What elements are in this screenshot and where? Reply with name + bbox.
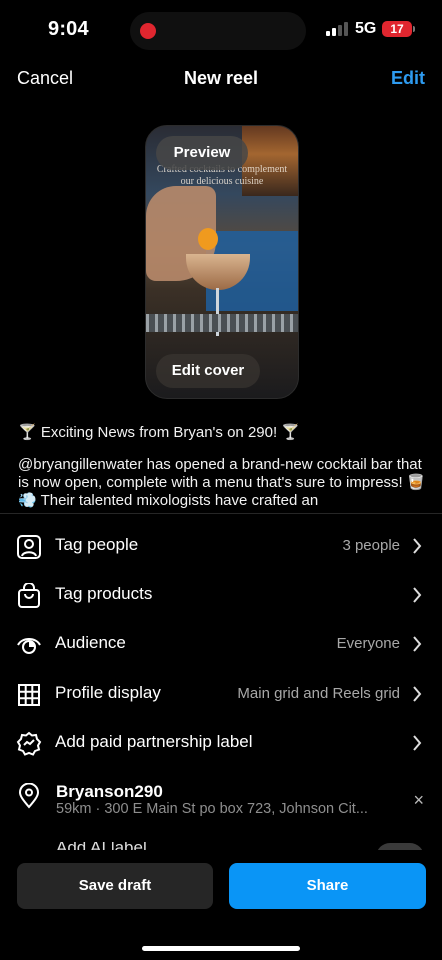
battery-cap [413, 26, 415, 32]
tag-people-label: Tag people [55, 535, 139, 554]
tag-people-row[interactable]: Tag people 3 people [0, 522, 442, 570]
save-draft-button[interactable]: Save draft [17, 863, 213, 909]
battery-percent: 17 [390, 22, 404, 36]
audience-label: Audience [55, 633, 126, 652]
profile-display-value: Main grid and Reels grid [237, 685, 400, 702]
location-pin-icon [18, 783, 40, 809]
grid-icon [18, 684, 40, 706]
profile-display-row[interactable]: Profile display Main grid and Reels grid [0, 670, 442, 718]
cellular-signal-icon [326, 22, 350, 36]
preview-button[interactable]: Preview [156, 136, 248, 170]
edit-button[interactable]: Edit [391, 68, 425, 89]
partnership-icon [16, 731, 42, 756]
share-button[interactable]: Share [229, 863, 426, 909]
recording-indicator-icon [140, 23, 156, 39]
shopping-bag-icon [18, 583, 40, 608]
home-indicator[interactable] [142, 946, 300, 951]
person-tag-icon [17, 535, 41, 559]
paid-partnership-label: Add paid partnership label [55, 732, 253, 751]
edit-cover-button[interactable]: Edit cover [156, 354, 260, 388]
chevron-right-icon [413, 538, 422, 554]
header-bar: New reel Cancel Edit [0, 60, 442, 100]
chevron-right-icon [413, 686, 422, 702]
bottom-action-bar: Save draft Share [0, 850, 442, 960]
cancel-button[interactable]: Cancel [17, 68, 73, 89]
ai-label-text: Add AI label [56, 842, 176, 850]
preview-orange-peel [198, 228, 218, 250]
status-time: 9:04 [48, 18, 89, 40]
paid-partnership-row[interactable]: Add paid partnership label [0, 719, 442, 767]
location-detail: 59km · 300 E Main St po box 723, Johnson… [56, 801, 368, 817]
partial-row-label: Add AI label [56, 842, 176, 850]
dynamic-island [130, 12, 306, 50]
tag-products-row[interactable]: Tag products [0, 571, 442, 619]
battery-icon: 17 [382, 21, 412, 37]
tag-people-value: 3 people [342, 537, 400, 554]
location-name: Bryanson290 [56, 782, 163, 801]
caption-headline: 🍸 Exciting News from Bryan's on 290! 🍸 [18, 424, 300, 441]
audience-value: Everyone [336, 635, 400, 652]
caption-body: @bryangillenwater has opened a brand-new… [18, 456, 426, 509]
remove-location-button[interactable]: × [413, 790, 424, 811]
chevron-right-icon [413, 735, 422, 751]
reel-preview-thumbnail[interactable]: Crafted cocktails to complement our deli… [145, 125, 299, 399]
status-bar: 9:04 5G 17 [0, 0, 442, 60]
caption-text[interactable]: 🍸 Exciting News from Bryan's on 290! 🍸 @… [18, 424, 428, 510]
tag-products-label: Tag products [55, 584, 153, 603]
divider [0, 513, 442, 514]
profile-display-label: Profile display [55, 683, 161, 702]
audience-row[interactable]: Audience Everyone [0, 620, 442, 668]
chevron-right-icon [413, 636, 422, 652]
chevron-right-icon [413, 587, 422, 603]
network-type: 5G [355, 20, 377, 37]
audience-eye-icon [17, 638, 41, 654]
preview-bar-grate [146, 314, 298, 332]
